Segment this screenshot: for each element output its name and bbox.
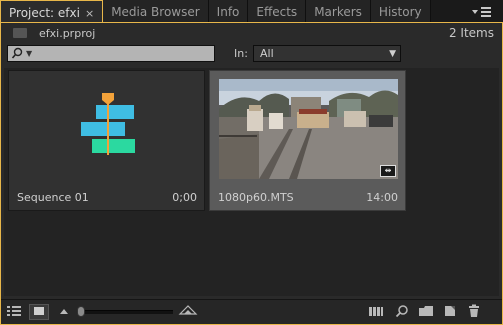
item-name: Sequence 01 [17,191,89,204]
project-toolbar [1,299,502,324]
icon-view-icon[interactable] [29,304,49,320]
tab-project[interactable]: Project: efxi × [0,0,104,24]
chevron-down-icon: ▼ [389,49,396,59]
project-info-bar: efxi.prproj 2 Items [1,23,502,45]
in-filter-select[interactable]: All ▼ [253,45,401,62]
tab-info[interactable]: Info [208,0,249,24]
clear-icon[interactable] [465,304,483,320]
project-file-name: efxi.prproj [39,27,96,40]
close-icon[interactable]: × [85,7,94,20]
item-duration: 0;00 [172,191,197,204]
panel-menu-icon[interactable] [469,4,497,20]
in-filter-value: All [260,47,274,60]
clip-type-badge-icon: ⇹ [380,165,396,177]
sequence-icon [81,93,135,155]
automate-to-sequence-icon[interactable] [367,304,385,320]
new-item-icon[interactable] [441,304,459,320]
find-icon[interactable] [393,304,411,320]
project-item-sequence[interactable]: Sequence 01 0;00 [8,70,205,211]
search-icon [11,46,23,64]
tab-history[interactable]: History [370,0,431,24]
search-input[interactable]: ▼ [7,45,215,62]
tab-project-label: Project: efxi [9,6,80,20]
list-view-icon[interactable] [5,304,23,320]
project-file-icon [13,28,27,38]
item-duration: 14:00 [366,191,398,204]
tab-markers[interactable]: Markers [306,0,371,24]
project-item-clip[interactable]: ⇹ 1080p60.MTS 14:00 [209,70,406,211]
in-filter-label: In: [234,47,248,60]
panel-tab-strip: Project: efxi × Media Browser Info Effect… [0,0,503,24]
project-panel: efxi.prproj 2 Items ▼ In: All ▼ Sequence… [0,22,503,325]
tab-effects[interactable]: Effects [248,0,307,24]
tab-media-browser[interactable]: Media Browser [103,0,209,24]
project-items-grid: Sequence 01 0;00 ⇹ 1080p60.MTS 14:00 [4,68,499,296]
new-bin-icon[interactable] [417,304,435,320]
zoom-out-icon[interactable] [57,304,71,320]
tab-label: Effects [256,5,298,19]
item-count: 2 Items [448,26,494,40]
tab-label: Info [216,5,240,19]
tab-label: Markers [314,5,362,19]
search-row: ▼ In: All ▼ [1,45,502,67]
item-name: 1080p60.MTS [218,191,294,204]
zoom-slider-thumb[interactable] [77,306,85,317]
search-options-chevron-down-icon[interactable]: ▼ [26,47,32,61]
clip-thumbnail: ⇹ [219,79,398,179]
zoom-slider-track[interactable] [77,310,173,314]
tab-label: Media Browser [111,5,200,19]
tab-label: History [378,5,422,19]
zoom-in-icon[interactable] [177,304,199,320]
